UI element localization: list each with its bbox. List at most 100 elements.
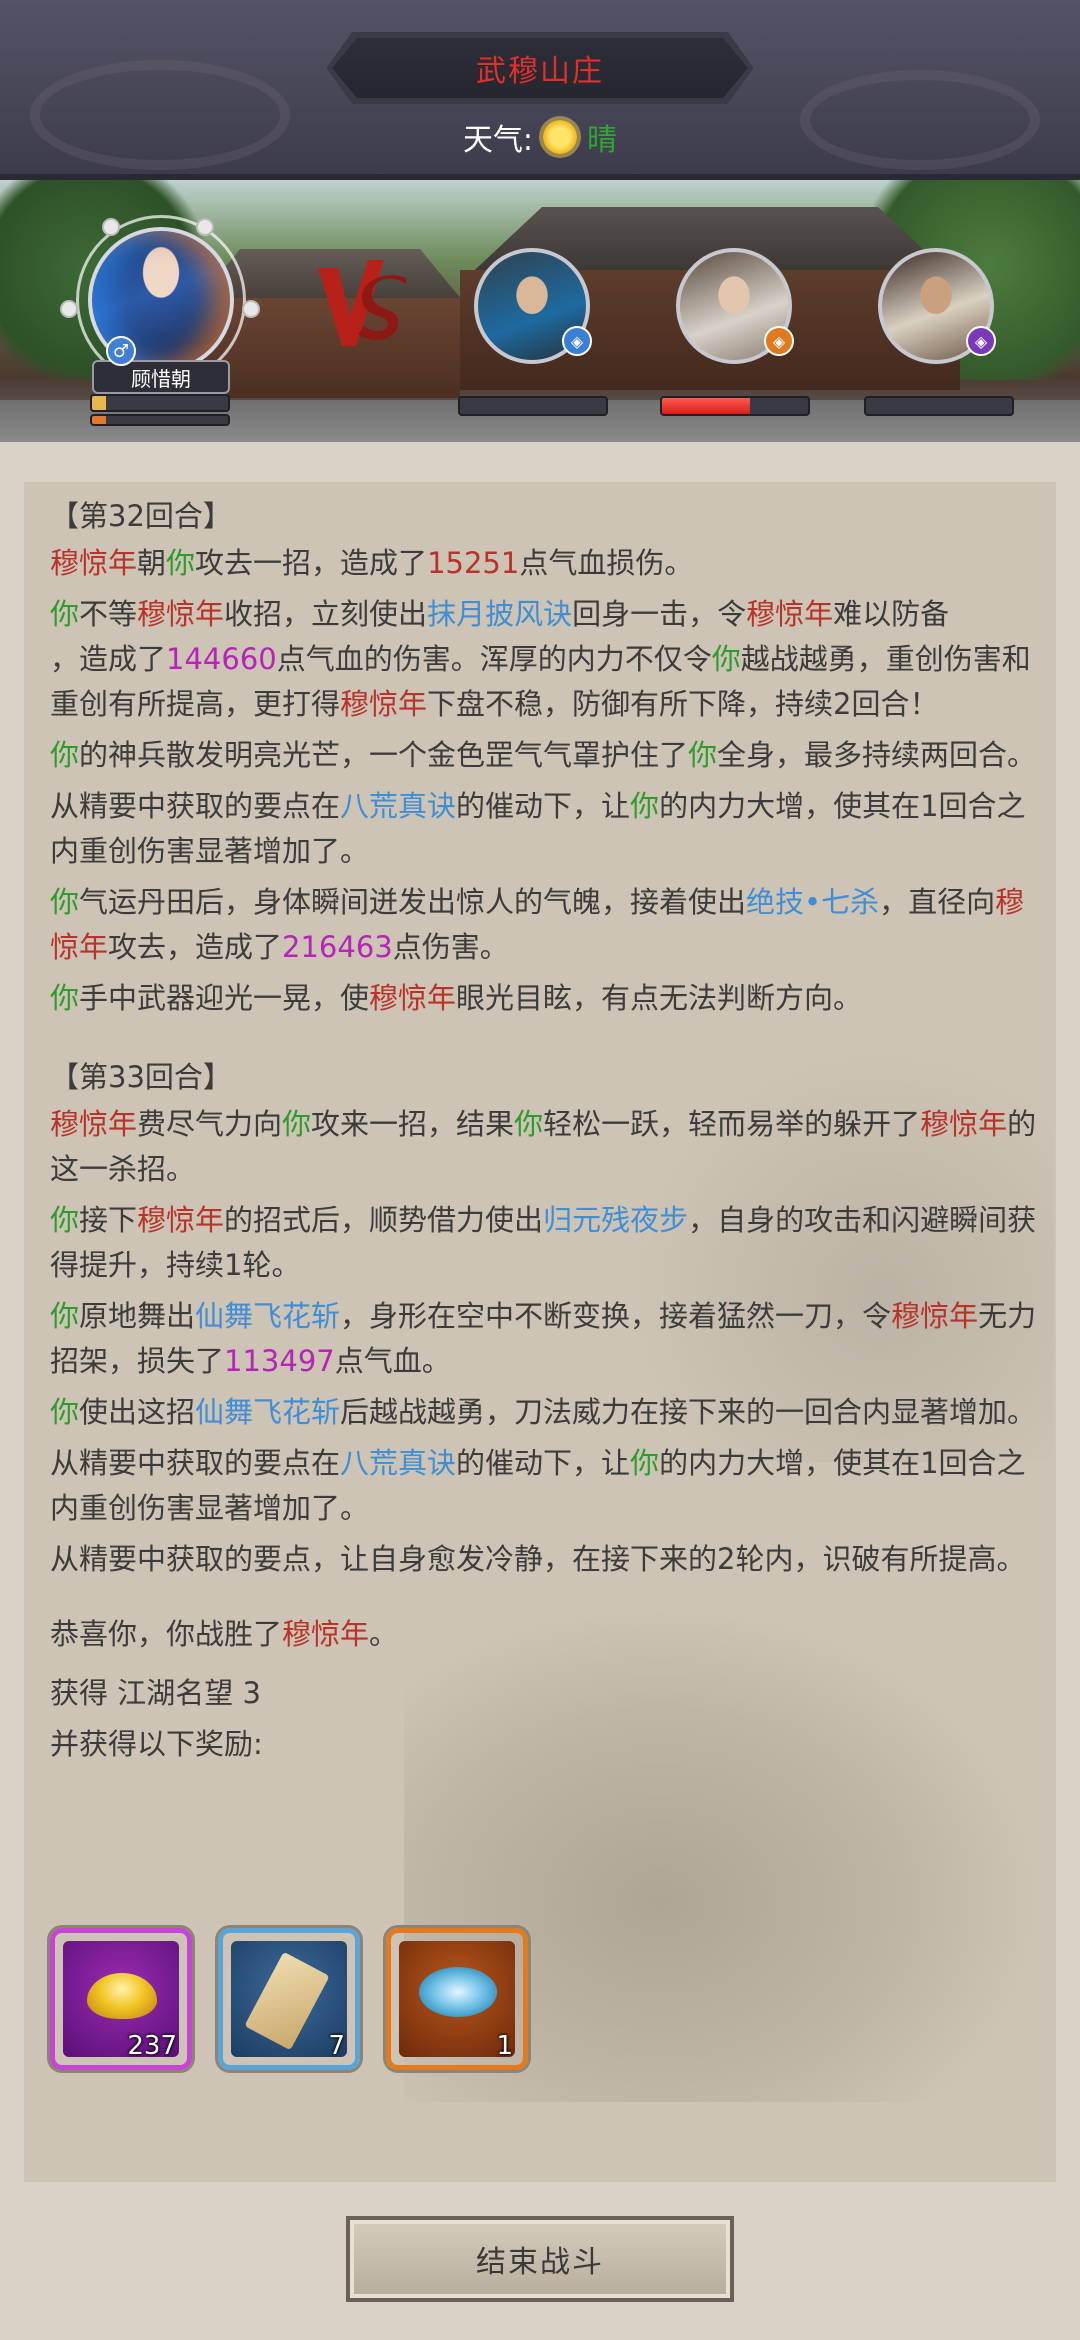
enemy-hp-bar: [458, 396, 608, 416]
battle-log-panel[interactable]: 【第32回合】 穆惊年朝你攻去一招，造成了15251点气血损伤。 你不等穆惊年收…: [24, 482, 1056, 2182]
reward-item-scroll[interactable]: 7: [218, 1928, 360, 2070]
log-entry: 穆惊年朝你攻去一招，造成了15251点气血损伤。: [50, 541, 1040, 586]
player-ref: 你: [50, 885, 80, 919]
player-ref: 你: [50, 738, 80, 772]
log-text: ，身形在空中不断变换，接着猛然一刀，令: [340, 1299, 892, 1333]
player-ref: 你: [688, 738, 718, 772]
player-name: 顾惜朝: [92, 360, 230, 394]
player-ref: 你: [630, 1446, 660, 1480]
enemy-name: 穆惊年: [137, 1203, 225, 1237]
ring-dot: [102, 218, 120, 236]
log-entry: 从精要中获取的要点，让自身愈发冷静，在接下来的2轮内，识破有所提高。: [50, 1542, 1026, 1576]
log-text: 朝: [137, 546, 167, 580]
reward-count: 237: [127, 2031, 177, 2061]
reputation-line: 获得 江湖名望 3: [50, 1671, 1040, 1716]
log-text: 不等: [79, 597, 138, 631]
skill-name: 抹月披风诀: [427, 597, 573, 631]
player-ref: 你: [50, 597, 80, 631]
fire-element-icon: ◈: [764, 326, 794, 356]
reward-count: 7: [328, 2031, 345, 2061]
skill-name: 八荒真诀: [340, 1446, 457, 1480]
reputation-label: 获得: [50, 1676, 109, 1710]
log-text: 轻松一跃，轻而易举的躲开了: [543, 1107, 921, 1141]
log-text: 收招，立刻使出: [224, 597, 428, 631]
log-text: 全身，最多持续两回合。: [717, 738, 1037, 772]
log-entry: 从精要中获取的要点在八荒真诀的催动下，让你的内力大增，使其在1回合之内重创伤害显…: [50, 784, 1040, 874]
player-hp-fill: [92, 396, 106, 410]
weather-bar: 天气: 晴: [0, 112, 1080, 162]
skill-name: 八荒真诀: [340, 789, 457, 823]
log-text: 使出这招: [79, 1395, 196, 1429]
log-text: 的催动下，让: [456, 789, 631, 823]
vs-icon: [318, 260, 406, 346]
weather-value: 晴: [587, 123, 618, 158]
header: 武穆山庄 天气: 晴: [0, 0, 1080, 180]
damage-value: 216463: [282, 930, 393, 964]
log-text: 点气血损伤。: [519, 546, 694, 580]
reward-item-gold[interactable]: 237: [50, 1928, 192, 2070]
gold-ingot-icon: [87, 1973, 157, 2019]
log-entry: 从精要中获取的要点在八荒真诀的催动下，让你的内力大增，使其在1回合之内重创伤害显…: [50, 1441, 1040, 1531]
end-battle-button[interactable]: 结束战斗: [346, 2216, 734, 2302]
log-entry: 你接下穆惊年的招式后，顺势借力使出归元残夜步，自身的攻击和闪避瞬间获得提升，持续…: [50, 1198, 1040, 1288]
round-title: 【第33回合】: [50, 1060, 232, 1094]
skill-name: 归元残夜步: [543, 1203, 689, 1237]
enemy-name: 穆惊年: [891, 1299, 979, 1333]
log-text: 眼光目眩，有点无法判断方向。: [456, 981, 863, 1015]
log-text: 难以防备: [833, 597, 950, 631]
skill-name: 绝技•七杀: [746, 885, 880, 919]
enemy-name: 穆惊年: [746, 597, 834, 631]
enemy-name: 穆惊年: [282, 1617, 370, 1651]
log-entry: 你不等穆惊年收招，立刻使出抹月披风诀回身一击，令穆惊年难以防备 ，造成了14466…: [50, 592, 1040, 727]
reputation-value: 江湖名望 3: [117, 1676, 261, 1710]
player-ref: 你: [282, 1107, 312, 1141]
player-ref: 你: [630, 789, 660, 823]
enemy-name: 穆惊年: [50, 1107, 138, 1141]
log-text: 的招式后，顺势借力使出: [224, 1203, 544, 1237]
log-text: 攻去一招，造成了: [195, 546, 428, 580]
player-mp-fill: [92, 416, 106, 424]
log-text: 攻来一招，结果: [311, 1107, 515, 1141]
ring-dot: [242, 300, 260, 318]
victory-message: 恭喜你，你战胜了穆惊年。: [50, 1612, 1040, 1657]
player-ref: 你: [711, 642, 741, 676]
player-mp-bar: [90, 414, 230, 426]
ring-dot: [196, 218, 214, 236]
log-text: 从精要中获取的要点在: [50, 789, 341, 823]
battle-log: 【第32回合】 穆惊年朝你攻去一招，造成了15251点气血损伤。 你不等穆惊年收…: [50, 490, 1040, 1773]
log-text: 手中武器迎光一晃，使: [79, 981, 370, 1015]
log-entry: 穆惊年费尽气力向你攻来一招，结果你轻松一跃，轻而易举的躲开了穆惊年的这一杀招。: [50, 1102, 1040, 1192]
log-entry: 你气运丹田后，身体瞬间迸发出惊人的气魄，接着使出绝技•七杀，直径向穆惊年攻去，造…: [50, 880, 1040, 970]
male-gender-icon: ♂: [106, 336, 136, 366]
reward-count: 1: [496, 2031, 513, 2061]
ring-dot: [60, 300, 78, 318]
player-ref: 你: [50, 981, 80, 1015]
log-text: 原地舞出: [79, 1299, 196, 1333]
round-title: 【第32回合】: [50, 499, 232, 533]
damage-value: 15251: [427, 546, 520, 580]
log-text: 点伤害。: [392, 930, 509, 964]
player-ref: 你: [50, 1203, 80, 1237]
location-title: 武穆山庄: [332, 38, 748, 98]
enemy-hp-bar: [660, 396, 810, 416]
enemy-name: 穆惊年: [137, 597, 225, 631]
water-element-icon: ◈: [562, 326, 592, 356]
damage-value: 144660: [166, 642, 277, 676]
skill-name: 仙舞飞花斩: [195, 1299, 341, 1333]
log-text: 气运丹田后，身体瞬间迸发出惊人的气魄，接着使出: [79, 885, 747, 919]
player-ref: 你: [166, 546, 196, 580]
log-text: 下盘不稳，防御有所下降，持续2回合！: [427, 687, 939, 721]
weather-label: 天气:: [462, 123, 534, 158]
log-entry: 你原地舞出仙舞飞花斩，身形在空中不断变换，接着猛然一刀，令穆惊年无力招架，损失了…: [50, 1294, 1040, 1384]
log-text: 恭喜你，你战胜了: [50, 1617, 283, 1651]
reward-list: 237 7 1: [50, 1928, 528, 2070]
damage-value: 113497: [224, 1344, 335, 1378]
log-text: 接下: [79, 1203, 138, 1237]
log-text: 攻去，造成了: [108, 930, 283, 964]
reward-item-orb[interactable]: 1: [386, 1928, 528, 2070]
log-text: ，造成了: [50, 642, 167, 676]
log-text: ，直径向: [879, 885, 996, 919]
log-entry: 你使出这招仙舞飞花斩后越战越勇，刀法威力在接下来的一回合内显著增加。: [50, 1390, 1040, 1435]
log-text: 点气血。: [334, 1344, 451, 1378]
log-text: 回身一击，令: [572, 597, 747, 631]
